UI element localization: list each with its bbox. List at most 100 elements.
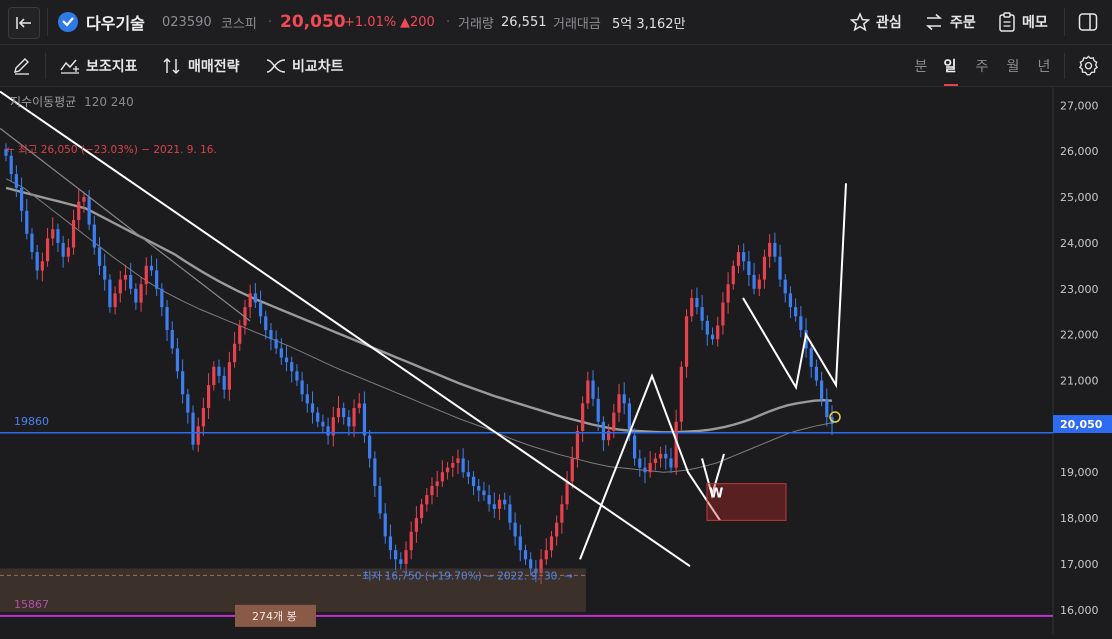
candle-body [425,495,429,505]
y-tick-label: 25,000 [1060,191,1099,204]
candle-body [201,408,206,427]
candle-body [316,412,320,422]
drawing-tool-button[interactable] [12,56,32,80]
candle-body [139,284,143,303]
candle-body [97,247,102,266]
candle-body [35,252,39,271]
candle-body [726,284,730,303]
candle-body [56,229,60,243]
candle-body [664,453,668,459]
candle-body [264,316,268,331]
indicator-button[interactable]: 보조지표 [60,45,138,86]
watch-button[interactable]: 관심 [850,0,902,44]
strategy-icon [163,57,180,74]
amount-value: 5억 3,162만 [612,16,686,32]
chart-settings-button[interactable] [1078,55,1099,80]
candle-body [477,485,481,491]
memo-button[interactable]: 메모 [998,0,1048,44]
candle-body [191,412,195,445]
candle-body [471,476,476,486]
candle-body [217,366,221,376]
price-chart[interactable]: 27,000 26,000 25,000 24,000 23,000 22,000 21,0… [0,87,1112,635]
chart-toolbar: 보조지표 매매전략 비교차트 분 일 주 월 년 [0,45,1112,87]
candle-body [66,247,70,257]
candle-body [71,219,76,248]
y-tick-label: 22,000 [1060,329,1099,342]
candle-body [305,394,309,404]
y-tick-label: 21,000 [1060,374,1099,387]
period-day[interactable]: 일 [935,45,965,86]
candle-body [113,293,117,308]
candle-body [596,398,600,422]
candle-body [669,458,673,468]
candle-body [196,426,200,445]
ma240-line [5,186,833,434]
candle-body [809,348,813,367]
candle-body [258,302,263,317]
candle-body [290,362,294,372]
separator-dot: · [268,14,273,30]
memo-icon [999,12,1015,32]
strategy-button[interactable]: 매매전략 [162,45,240,86]
candle-body [658,453,663,459]
candle-body [710,334,715,340]
candle-body [347,417,351,427]
candle-body [170,330,174,349]
y-tick-label: 26,000 [1060,145,1099,158]
candle-body [466,472,470,477]
panel-toggle-button[interactable] [1078,12,1098,36]
candle-body [565,481,569,505]
period-year[interactable]: 년 [1029,45,1059,86]
candle-body [529,559,533,569]
candle-body [45,238,50,262]
candle-body [430,485,434,496]
change-amount: ▲200 [400,14,435,30]
candle-body [705,320,709,335]
swap-arrows-icon [925,13,943,31]
trendline [0,90,691,568]
candle-body [409,531,413,551]
candle-body [492,504,496,509]
candle-body [300,380,304,395]
candle-body [773,242,777,257]
collapse-sidebar-button[interactable] [8,7,40,39]
candle-body [232,343,237,363]
high-annotation: ← 최고 26,050 (−23.03%) − 2021. 9. 16. [6,144,217,156]
candle-body [555,522,559,537]
candle-body [40,261,44,271]
candle-body [440,472,444,482]
ma-legend: 지수이동평균 120 240 [10,93,134,110]
candle-body [404,550,408,564]
candle-body [814,366,819,381]
candle-body [388,536,393,551]
stock-name[interactable]: 다우기술 [86,0,145,44]
candlestick-chart[interactable]: 27,000 26,000 25,000 24,000 23,000 22,000 21,0… [0,87,1112,635]
candle-body [549,536,554,551]
period-month[interactable]: 월 [998,45,1028,86]
candle-body [695,297,699,308]
candle-body [419,504,424,519]
volume-value: 26,551 [501,14,547,30]
period-week[interactable]: 주 [967,45,997,86]
order-button[interactable]: 주문 [924,0,976,44]
candle-body [103,265,107,280]
candle-body [108,279,112,308]
candle-body [643,467,647,473]
candle-body [352,408,356,427]
support-line-label: 19860 [14,415,49,428]
candle-body [451,463,455,468]
candle-body [788,293,793,308]
divider [1064,53,1065,79]
candle-body [461,458,465,473]
candle-body [612,412,616,431]
candle-body [118,279,122,294]
period-minute[interactable]: 분 [906,45,936,86]
candle-body [92,224,96,248]
star-icon [850,12,870,32]
candle-body [123,275,128,280]
y-tick-label: 16,000 [1060,604,1099,617]
candle-body [544,550,548,560]
candle-body [368,435,372,459]
range-count-label: 274개 봉 [252,610,297,623]
compare-button[interactable]: 비교차트 [266,45,344,86]
